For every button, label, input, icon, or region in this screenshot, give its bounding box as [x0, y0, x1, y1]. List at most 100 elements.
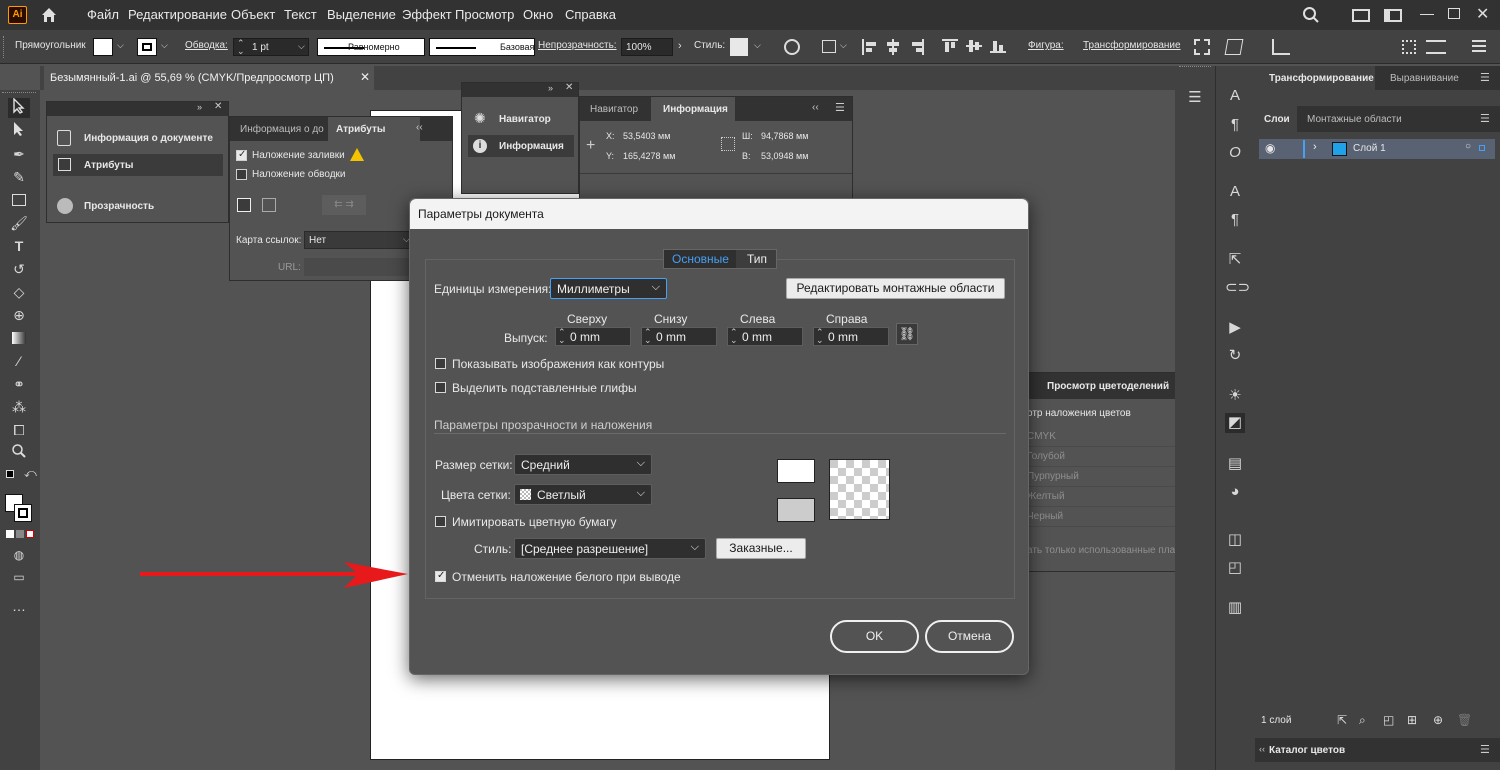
rotate-tool-icon[interactable]: ↺: [8, 259, 30, 279]
transparency-icon[interactable]: [57, 198, 73, 214]
target-icon[interactable]: ○: [1465, 141, 1471, 152]
layer-name[interactable]: Слой 1: [1353, 143, 1386, 154]
character-icon[interactable]: A: [1225, 86, 1245, 106]
fill-rule-evenodd-icon[interactable]: [262, 198, 276, 212]
panel-item-document-info[interactable]: Информация о документе: [84, 133, 213, 144]
tab-document-info[interactable]: Информация о до: [240, 124, 324, 135]
menu-select[interactable]: Выделение: [327, 7, 396, 22]
more-tools-icon[interactable]: …: [8, 596, 30, 616]
tab-artboards[interactable]: Монтажные области: [1307, 114, 1402, 125]
chain-link-icon[interactable]: ⛓: [896, 323, 918, 345]
stroke-swatch[interactable]: [137, 38, 157, 56]
chevron-down-icon[interactable]: ⌵: [754, 40, 761, 51]
transform-label[interactable]: Трансформирование: [1083, 40, 1181, 51]
collapse-icon[interactable]: ‹‹: [1259, 744, 1265, 754]
arrange-grid-icon[interactable]: [1402, 40, 1416, 54]
image-map-select[interactable]: Нет ⌵: [304, 231, 414, 249]
bleed-top-input[interactable]: ⌃ ⌄ 0 mm: [555, 327, 631, 346]
maximize-icon[interactable]: [1448, 8, 1460, 19]
document-tab[interactable]: Безымянный-1.ai @ 55,69 % (CMYK/Предпрос…: [44, 66, 374, 90]
ok-button[interactable]: OK: [830, 620, 919, 653]
trash-icon[interactable]: 🗑: [1457, 713, 1472, 727]
opentype-icon[interactable]: O: [1225, 143, 1245, 163]
symbol-sprayer-tool-icon[interactable]: ⁂: [8, 397, 30, 417]
recolor-icon[interactable]: [784, 39, 800, 55]
separations-preview-icon[interactable]: ◩: [1225, 413, 1245, 433]
collapse-icon[interactable]: ‹‹: [416, 122, 423, 133]
variable-width-profile[interactable]: Равномерно: [317, 38, 425, 56]
eraser-tool-icon[interactable]: ◇: [8, 282, 30, 302]
export-icon[interactable]: ⇱: [1337, 713, 1347, 727]
grid-size-select[interactable]: Средний ⌵: [514, 454, 652, 475]
pathfinder-icon[interactable]: ◫: [1225, 530, 1245, 550]
fill-rule-nonzero-icon[interactable]: [237, 198, 251, 212]
close-icon[interactable]: ✕: [1476, 4, 1489, 24]
collapse-icon[interactable]: »: [197, 102, 202, 112]
overprint-stroke-checkbox[interactable]: [236, 169, 247, 180]
gradient-panel-icon[interactable]: ▥: [1225, 598, 1245, 618]
eyedropper-tool-icon[interactable]: ⁄: [8, 351, 30, 371]
tab-attributes-bg[interactable]: Атрибуты: [328, 117, 420, 141]
close-tab-icon[interactable]: ✕: [360, 70, 370, 84]
color-mode-icon[interactable]: [6, 530, 14, 538]
grid-colors-select[interactable]: Светлый ⌵: [514, 484, 652, 505]
tab-color-catalog[interactable]: Каталог цветов: [1269, 745, 1345, 756]
distribute-icon[interactable]: [1426, 40, 1446, 54]
menu-object[interactable]: Объект: [231, 7, 275, 22]
panel-item-attributes-row[interactable]: Атрибуты: [53, 154, 223, 176]
align-right-icon[interactable]: [910, 39, 924, 55]
cancel-button[interactable]: Отмена: [925, 620, 1014, 653]
panel-menu-icon[interactable]: ☰: [1480, 112, 1490, 125]
url-input[interactable]: [304, 258, 414, 276]
panel-menu-icon[interactable]: ☰: [1480, 71, 1490, 84]
chevron-down-icon[interactable]: ⌵: [117, 40, 124, 51]
direct-selection-tool-icon[interactable]: [8, 121, 30, 141]
none-mode-icon[interactable]: [26, 530, 34, 538]
new-sublayer-icon[interactable]: ⊞: [1407, 713, 1417, 727]
chevron-right-icon[interactable]: ›: [1313, 141, 1317, 153]
screen-mode-icon[interactable]: ▭: [8, 567, 30, 587]
align-center-icon[interactable]: [886, 39, 900, 55]
show-outlines-checkbox[interactable]: [435, 358, 446, 369]
edit-artboards-button[interactable]: Редактировать монтажные области: [786, 278, 1005, 299]
draw-mode-icon[interactable]: ◍: [8, 545, 30, 565]
align-top-icon[interactable]: [942, 39, 958, 53]
tab-type[interactable]: Тип: [747, 252, 767, 266]
brush-definition[interactable]: Базовая: [429, 38, 535, 56]
shape-builder-tool-icon[interactable]: ⊕: [8, 305, 30, 325]
color-icon[interactable]: ◕: [1225, 482, 1245, 502]
arrange-documents-icon[interactable]: [1352, 9, 1370, 22]
swap-colors-icon[interactable]: ⤺: [24, 466, 37, 481]
navigator-icon[interactable]: ✺: [474, 110, 486, 127]
align-to-icon[interactable]: [822, 40, 836, 53]
panel-item-navigator[interactable]: Навигатор: [499, 114, 551, 125]
panel-menu-icon[interactable]: ☰: [1185, 88, 1205, 108]
layers-icon[interactable]: ▤: [1225, 454, 1245, 474]
show-center-icon[interactable]: ⇇ ⇉: [322, 195, 366, 215]
perspective-icon[interactable]: [1272, 39, 1290, 55]
tab-layers-bg[interactable]: Слои: [1255, 106, 1297, 132]
export-icon[interactable]: ⇱: [1225, 250, 1245, 270]
menu-effect[interactable]: Эффект: [402, 7, 452, 22]
menu-view[interactable]: Просмотр: [455, 7, 514, 22]
tab-basic[interactable]: Основные: [664, 250, 736, 268]
minimize-icon[interactable]: [1420, 14, 1434, 15]
discard-white-overprint-checkbox[interactable]: [435, 570, 446, 582]
zoom-tool-icon[interactable]: [8, 443, 30, 463]
stroke-color-swatch[interactable]: [14, 504, 32, 522]
custom-button[interactable]: Заказные...: [716, 538, 806, 559]
document-info-icon[interactable]: [57, 130, 71, 146]
panel-menu-icon[interactable]: [1472, 40, 1486, 52]
tab-info-bg[interactable]: Информация: [651, 97, 735, 121]
menu-type[interactable]: Текст: [284, 7, 317, 22]
collapse-icon[interactable]: »: [548, 83, 553, 93]
tab-transform-bg[interactable]: Трансформирование: [1255, 66, 1375, 90]
align-middle-icon[interactable]: [966, 39, 982, 53]
default-colors-icon[interactable]: [6, 470, 14, 478]
chevron-right-icon[interactable]: ›: [678, 40, 682, 52]
menu-help[interactable]: Справка: [565, 7, 616, 22]
grid-color-light-swatch[interactable]: [777, 459, 815, 483]
home-icon[interactable]: [40, 6, 58, 24]
stroke-weight-field[interactable]: ⌃ ⌄ 1 pt ⌵: [233, 38, 309, 56]
flattener-style-select[interactable]: [Среднее разрешение] ⌵: [514, 538, 706, 559]
